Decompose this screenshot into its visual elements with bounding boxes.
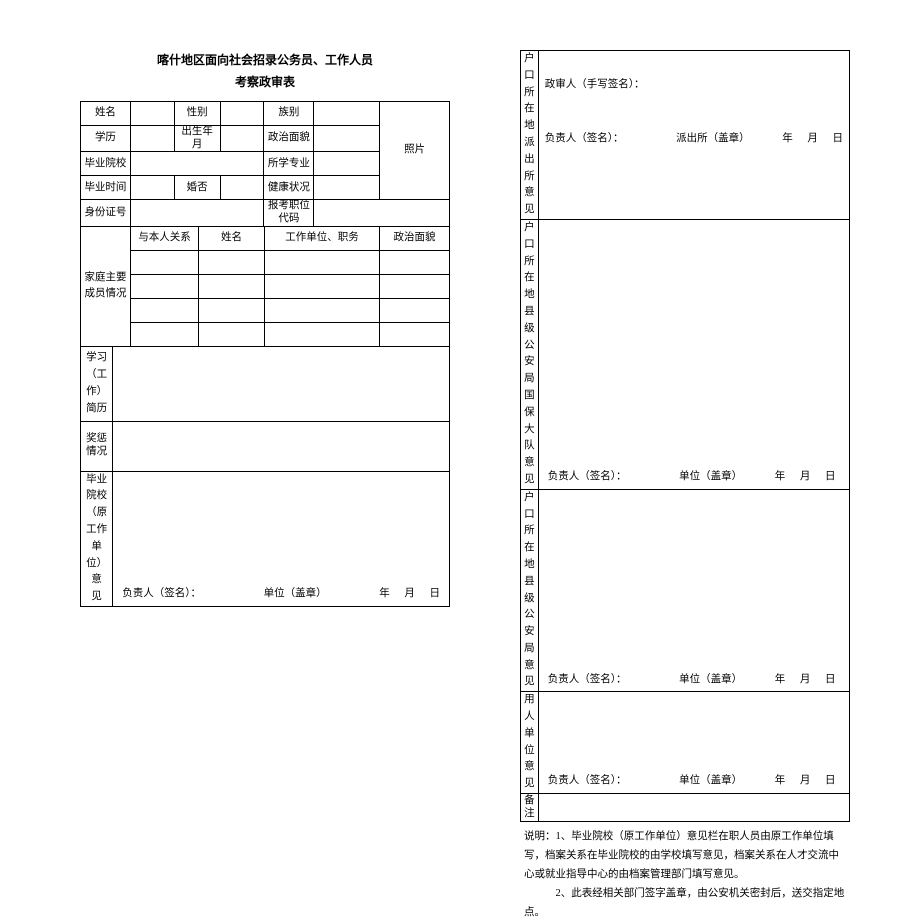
field-gradtime (130, 176, 174, 200)
family-row (131, 299, 199, 323)
label-county-guobao: 户口所在 地县级公 安局国保 大队意见 (521, 219, 539, 489)
field-health (314, 176, 380, 200)
unit-seal-label: 单位（盖章） (679, 471, 742, 482)
responsible-label: 负责人（签名）： (548, 674, 627, 685)
hukou-police-sign-line: 负责人（签名）： 派出所（盖章） 年 月 日 (539, 128, 849, 151)
label-marital: 婚否 (174, 176, 220, 200)
right-page: 户口 所在 地派 出所 意见 政审人（手写签名）： 负责人（签名）： 派出所（盖… (520, 50, 850, 923)
day-label: 日 (833, 133, 844, 144)
family-row (131, 323, 199, 347)
field-resume (113, 347, 450, 421)
year-label: 年 (775, 471, 786, 482)
month-label: 月 (807, 133, 818, 144)
title-line-2: 考察政审表 (80, 72, 450, 94)
employer-sign-line: 负责人（签名）： 单位（盖章） 年 月 日 (542, 770, 846, 793)
field-county-pub: 负责人（签名）： 单位（盖章） 年 月 日 (538, 489, 849, 692)
family-row (131, 275, 199, 299)
month-label: 月 (800, 674, 811, 685)
label-edu: 学历 (81, 126, 131, 152)
unit-seal-label: 单位（盖章） (679, 775, 742, 786)
resume-award-table: 学习 （工作） 简历 奖惩情况 毕业院校 （原工作 单位）意 见 负责人（签名）… (80, 347, 450, 607)
label-hukou-police: 户口 所在 地派 出所 意见 (521, 51, 539, 220)
note-1-text: 1、毕业院校（原工作单位）意见栏在职人员由原工作单位填写，档案关系在毕业院校的由… (524, 831, 839, 880)
field-edu (130, 126, 174, 152)
label-poscode: 报考职位代码 (264, 200, 314, 226)
label-name: 姓名 (81, 102, 131, 126)
label-employer: 用人 单位 意见 (521, 692, 539, 794)
year-label: 年 (782, 133, 793, 144)
field-award (113, 421, 450, 471)
responsible-label: 负责人（签名）： (548, 775, 627, 786)
year-label: 年 (775, 775, 786, 786)
family-table: 家庭主要 成员情况 与本人关系 姓名 工作单位、职务 政治面貌 (80, 227, 450, 348)
responsible-label: 负责人（签名）： (545, 133, 624, 144)
year-label: 年 (379, 588, 390, 599)
field-ethnic (314, 102, 380, 126)
family-header-name: 姓名 (199, 227, 265, 251)
field-birth (220, 126, 264, 152)
label-birth: 出生年月 (174, 126, 220, 152)
label-resume: 学习 （工作） 简历 (81, 347, 113, 421)
month-label: 月 (404, 588, 415, 599)
label-award: 奖惩情况 (81, 421, 113, 471)
label-political: 政治面貌 (264, 126, 314, 152)
label-grad-opinion: 毕业院校 （原工作 单位）意 见 (81, 471, 113, 606)
field-school (130, 152, 264, 176)
document-body: 喀什地区面向社会招录公务员、工作人员 考察政审表 姓名 性别 族别 照片 学历 … (0, 0, 920, 923)
family-row (131, 251, 199, 275)
field-county-guobao: 负责人（签名）： 单位（盖章） 年 月 日 (538, 219, 849, 489)
year-label: 年 (775, 674, 786, 685)
label-health: 健康状况 (264, 176, 314, 200)
unit-seal-label: 单位（盖章） (679, 674, 742, 685)
day-label: 日 (430, 588, 441, 599)
label-ethnic: 族别 (264, 102, 314, 126)
responsible-label: 负责人（签名）： (122, 588, 201, 599)
county-pub-sign-line: 负责人（签名）： 单位（盖章） 年 月 日 (542, 669, 846, 692)
field-remark (538, 794, 849, 822)
field-major (314, 152, 380, 176)
notes-prefix: 说明： (524, 831, 556, 842)
field-marital (220, 176, 264, 200)
field-employer: 负责人（签名）： 单位（盖章） 年 月 日 (538, 692, 849, 794)
note-2: 2、此表经相关部门签字盖章，由公安机关密封后，送交指定地点。 (524, 885, 846, 923)
opinions-table: 户口 所在 地派 出所 意见 政审人（手写签名）： 负责人（签名）： 派出所（盖… (520, 50, 850, 822)
field-id (130, 200, 264, 226)
field-name (130, 102, 174, 126)
field-hukou-police: 政审人（手写签名）： 负责人（签名）： 派出所（盖章） 年 月 日 (538, 51, 849, 220)
photo-cell: 照片 (380, 102, 450, 200)
day-label: 日 (825, 674, 836, 685)
month-label: 月 (800, 471, 811, 482)
label-county-pub: 户口所在 地县级公 安局意见 (521, 489, 539, 692)
notes-block: 说明：1、毕业院校（原工作单位）意见栏在职人员由原工作单位填写，档案关系在毕业院… (520, 828, 850, 922)
family-header-work: 工作单位、职务 (265, 227, 380, 251)
family-header-relation: 与本人关系 (131, 227, 199, 251)
basic-info-table: 姓名 性别 族别 照片 学历 出生年月 政治面貌 毕业院校 所学专业 (80, 101, 450, 226)
county-guobao-sign-line: 负责人（签名）： 单位（盖章） 年 月 日 (542, 466, 846, 489)
label-id: 身份证号 (81, 200, 131, 226)
label-family: 家庭主要 成员情况 (81, 227, 131, 347)
label-school: 毕业院校 (81, 152, 131, 176)
field-poscode (314, 200, 450, 226)
family-header-political: 政治面貌 (380, 227, 450, 251)
grad-opinion-sign-line: 负责人（签名）： 单位（盖章） 年 月 日 (116, 583, 446, 606)
day-label: 日 (825, 775, 836, 786)
reviewer-label: 政审人（手写签名）： (545, 79, 645, 90)
left-page: 喀什地区面向社会招录公务员、工作人员 考察政审表 姓名 性别 族别 照片 学历 … (80, 50, 450, 923)
month-label: 月 (800, 775, 811, 786)
title-line-1: 喀什地区面向社会招录公务员、工作人员 (80, 50, 450, 72)
label-remark: 备注 (521, 794, 539, 822)
responsible-label: 负责人（签名）： (548, 471, 627, 482)
label-major: 所学专业 (264, 152, 314, 176)
unit-seal-label: 单位（盖章） (264, 588, 327, 599)
station-seal-label: 派出所（盖章） (676, 133, 750, 144)
field-gender (220, 102, 264, 126)
field-grad-opinion: 负责人（签名）： 单位（盖章） 年 月 日 (113, 471, 450, 606)
day-label: 日 (825, 471, 836, 482)
note-1: 说明：1、毕业院校（原工作单位）意见栏在职人员由原工作单位填写，档案关系在毕业院… (524, 828, 846, 885)
document-title: 喀什地区面向社会招录公务员、工作人员 考察政审表 (80, 50, 450, 93)
field-political (314, 126, 380, 152)
label-gradtime: 毕业时间 (81, 176, 131, 200)
label-gender: 性别 (174, 102, 220, 126)
